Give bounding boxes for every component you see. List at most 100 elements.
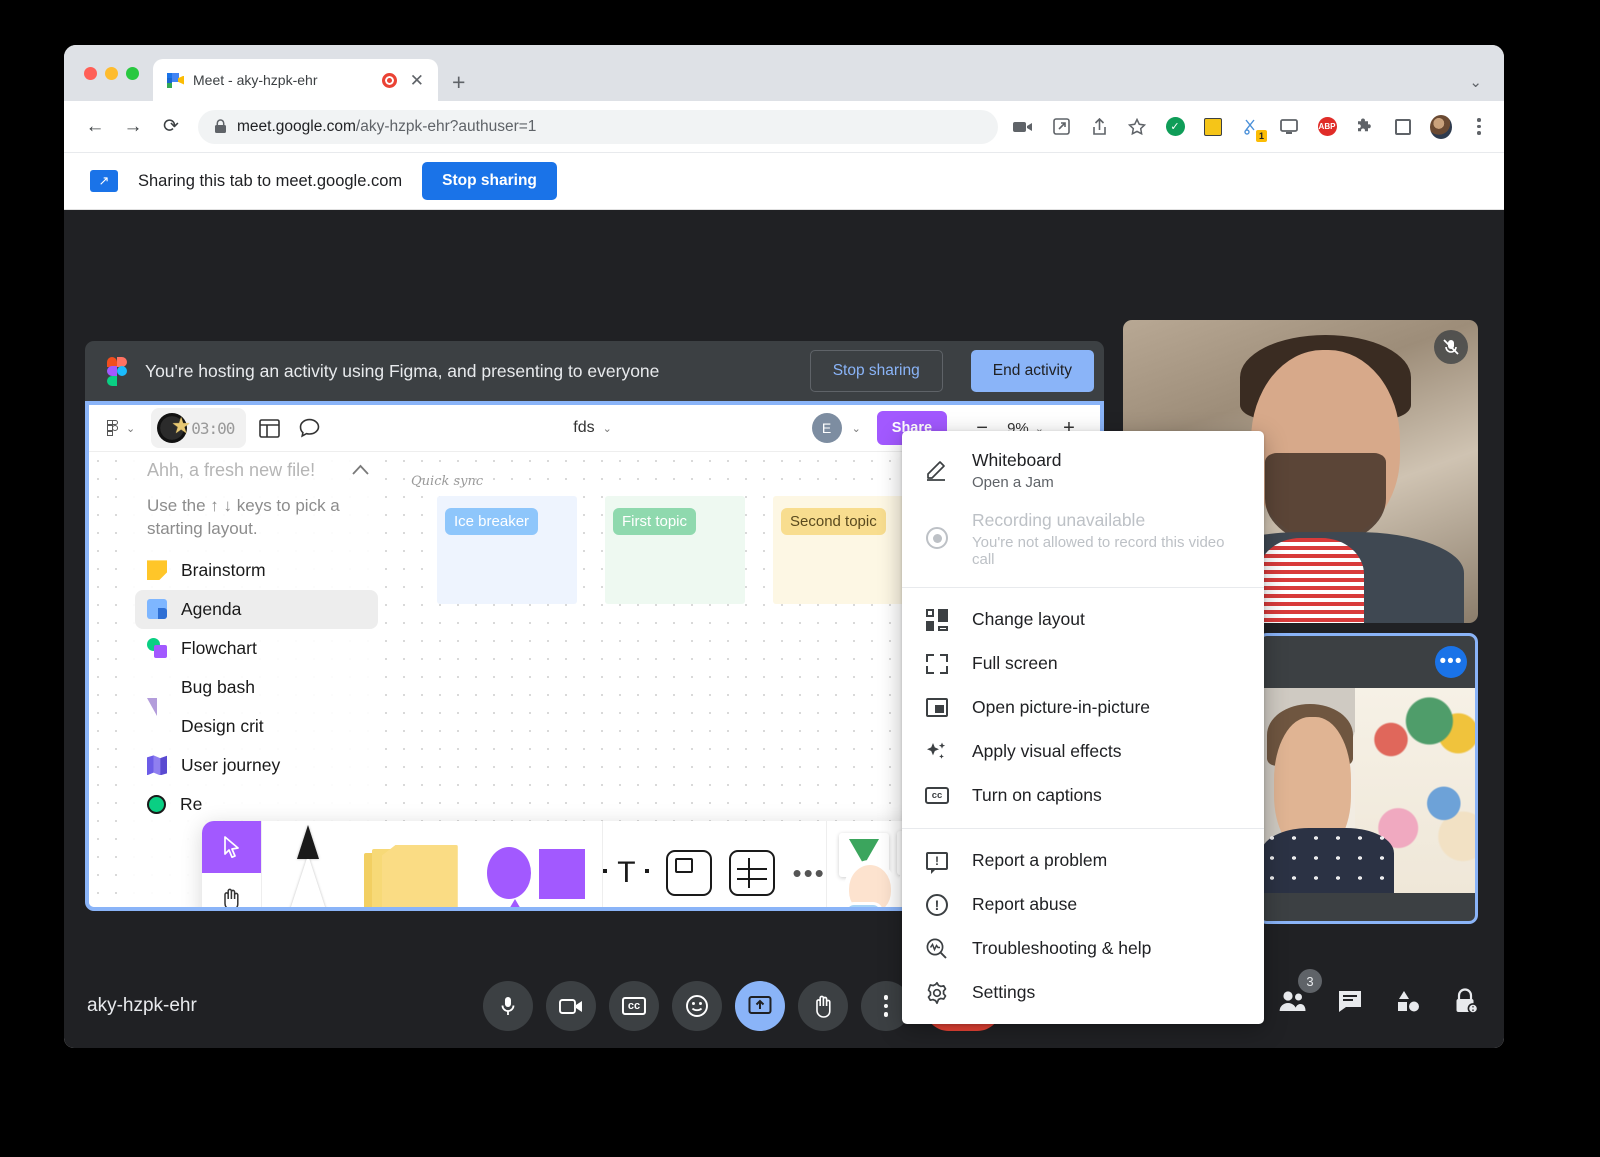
template-item-design-crit[interactable]: Design crit: [135, 707, 378, 746]
figma-filename[interactable]: fds ⌄: [573, 419, 612, 437]
figma-activity-banner: You're hosting an activity using Figma, …: [85, 341, 1104, 401]
record-circle-icon: [924, 525, 950, 551]
menu-item-troubleshooting-help[interactable]: Troubleshooting & help: [902, 927, 1264, 971]
notes-extension-icon[interactable]: [1202, 116, 1224, 138]
more-options-icon[interactable]: •••: [1435, 646, 1467, 678]
maximize-window-button[interactable]: [126, 67, 139, 80]
menu-item-report-a-problem[interactable]: ! Report a problem: [902, 839, 1264, 883]
stop-sharing-button[interactable]: Stop sharing: [422, 162, 557, 200]
bug-icon: [147, 677, 167, 697]
tab-strip: Meet - aky-hzpk-ehr ✕ + ⌄: [64, 45, 1504, 101]
present-now-button[interactable]: [735, 981, 785, 1031]
sticky-notes-icon[interactable]: [354, 821, 469, 911]
minimize-window-button[interactable]: [105, 67, 118, 80]
browser-tab-meet[interactable]: Meet - aky-hzpk-ehr ✕: [153, 59, 438, 101]
menu-item-whiteboard[interactable]: Whiteboard Open a Jam: [902, 440, 1264, 500]
layout-grid-icon[interactable]: [252, 411, 286, 445]
menu-item-recording-unavailable: Recording unavailable You're not allowed…: [902, 500, 1264, 577]
topic-column-1[interactable]: Ice breaker: [437, 496, 577, 604]
cursor-arrow-icon[interactable]: [202, 821, 261, 873]
camera-button[interactable]: [546, 981, 596, 1031]
menu-item-change-layout[interactable]: Change layout: [902, 598, 1264, 642]
forward-button[interactable]: →: [116, 110, 150, 144]
close-window-button[interactable]: [84, 67, 97, 80]
chevron-down-icon: ⌄: [603, 422, 612, 435]
menu-item-apply-visual-effects[interactable]: Apply visual effects: [902, 730, 1264, 774]
topic-column-3[interactable]: Second topic: [773, 496, 913, 604]
menu-item-turn-on-captions[interactable]: cc Turn on captions: [902, 774, 1264, 818]
adblock-plus-extension-icon[interactable]: ABP: [1316, 116, 1338, 138]
pen-nib-icon: [147, 716, 167, 736]
report-problem-icon: !: [924, 848, 950, 874]
share-icon[interactable]: [1088, 116, 1110, 138]
bookmark-star-icon[interactable]: [1126, 116, 1148, 138]
reactions-button[interactable]: [672, 981, 722, 1031]
host-controls-button[interactable]: [1450, 985, 1482, 1017]
activity-banner-text: You're hosting an activity using Figma, …: [145, 361, 792, 382]
captions-button[interactable]: cc: [609, 981, 659, 1031]
close-tab-icon[interactable]: ✕: [406, 70, 428, 91]
template-item-user-journey[interactable]: User journey: [135, 746, 378, 785]
extensions-puzzle-icon[interactable]: [1354, 116, 1376, 138]
figma-user-avatar[interactable]: E: [812, 413, 842, 443]
frame-tool-icon[interactable]: [666, 850, 712, 896]
grammar-check-extension-icon[interactable]: ✓: [1164, 116, 1186, 138]
stop-sharing-activity-button[interactable]: Stop sharing: [810, 350, 943, 392]
template-item-brainstorm[interactable]: Brainstorm: [135, 551, 378, 590]
menu-item-settings[interactable]: Settings: [902, 971, 1264, 1015]
filename-text: fds: [573, 419, 594, 437]
troubleshooting-icon: [924, 936, 950, 962]
tile-2-topbar: •••: [1261, 636, 1475, 688]
shapes-icon[interactable]: ↱: [469, 821, 603, 911]
browser-menu-icon[interactable]: [1468, 116, 1490, 138]
hand-pan-icon[interactable]: [202, 873, 261, 911]
more-tools-icon[interactable]: •••: [792, 858, 825, 889]
avatar[interactable]: [1430, 116, 1452, 138]
brainstorm-icon: [147, 560, 167, 580]
menu-item-full-screen[interactable]: Full screen: [902, 642, 1264, 686]
connector-arrow-icon: ↱: [543, 903, 568, 911]
menu-item-report-abuse[interactable]: ! Report abuse: [902, 883, 1264, 927]
participant-tile-2[interactable]: •••: [1258, 633, 1478, 924]
template-label: Re: [180, 794, 202, 815]
template-item-retro[interactable]: Re: [135, 785, 378, 824]
chevron-down-icon[interactable]: ⌄: [852, 422, 861, 435]
chevron-up-icon[interactable]: [351, 460, 370, 481]
snip-extension-icon[interactable]: 1: [1240, 116, 1262, 138]
table-tool-icon[interactable]: [729, 850, 775, 896]
open-in-new-icon[interactable]: [1050, 116, 1072, 138]
new-tab-button[interactable]: +: [452, 71, 465, 94]
menu-item-picture-in-picture[interactable]: Open picture-in-picture: [902, 686, 1264, 730]
triangle-shape: [495, 899, 535, 911]
topic-column-2[interactable]: First topic: [605, 496, 745, 604]
video-camera-icon[interactable]: [1012, 116, 1034, 138]
microphone-button[interactable]: [483, 981, 533, 1031]
template-item-flowchart[interactable]: Flowchart: [135, 629, 378, 668]
reload-button[interactable]: ⟳: [154, 110, 188, 144]
menu-item-label: Whiteboard: [972, 449, 1062, 472]
back-button[interactable]: ←: [78, 110, 112, 144]
screencast-extension-icon[interactable]: [1278, 116, 1300, 138]
address-bar[interactable]: meet.google.com/aky-hzpk-ehr?authuser=1: [198, 110, 998, 144]
template-item-bug-bash[interactable]: Bug bash: [135, 668, 378, 707]
figma-main-menu-button[interactable]: ⌄: [101, 420, 141, 437]
figma-timer[interactable]: ★ 03:00: [151, 408, 246, 448]
topic-chip-label: First topic: [613, 508, 696, 535]
google-meet-icon: [167, 73, 184, 88]
marker-pen-icon[interactable]: [262, 821, 354, 911]
mic-off-icon: [1434, 330, 1468, 364]
topic-chip-label: Second topic: [781, 508, 886, 535]
raise-hand-button[interactable]: [798, 981, 848, 1031]
end-activity-button[interactable]: End activity: [971, 350, 1094, 392]
menu-item-label: Open picture-in-picture: [972, 696, 1150, 719]
gear-icon: [924, 980, 950, 1006]
side-panel-icon[interactable]: [1392, 116, 1414, 138]
chat-button[interactable]: [1334, 985, 1366, 1017]
activities-button[interactable]: [1392, 985, 1424, 1017]
template-item-agenda[interactable]: Agenda: [135, 590, 378, 629]
map-icon: [147, 755, 167, 775]
people-button[interactable]: 3: [1276, 985, 1308, 1017]
chevron-down-icon[interactable]: ⌄: [1469, 73, 1482, 91]
text-tool-icon[interactable]: T: [603, 850, 649, 896]
comment-bubble-icon[interactable]: [292, 411, 326, 445]
